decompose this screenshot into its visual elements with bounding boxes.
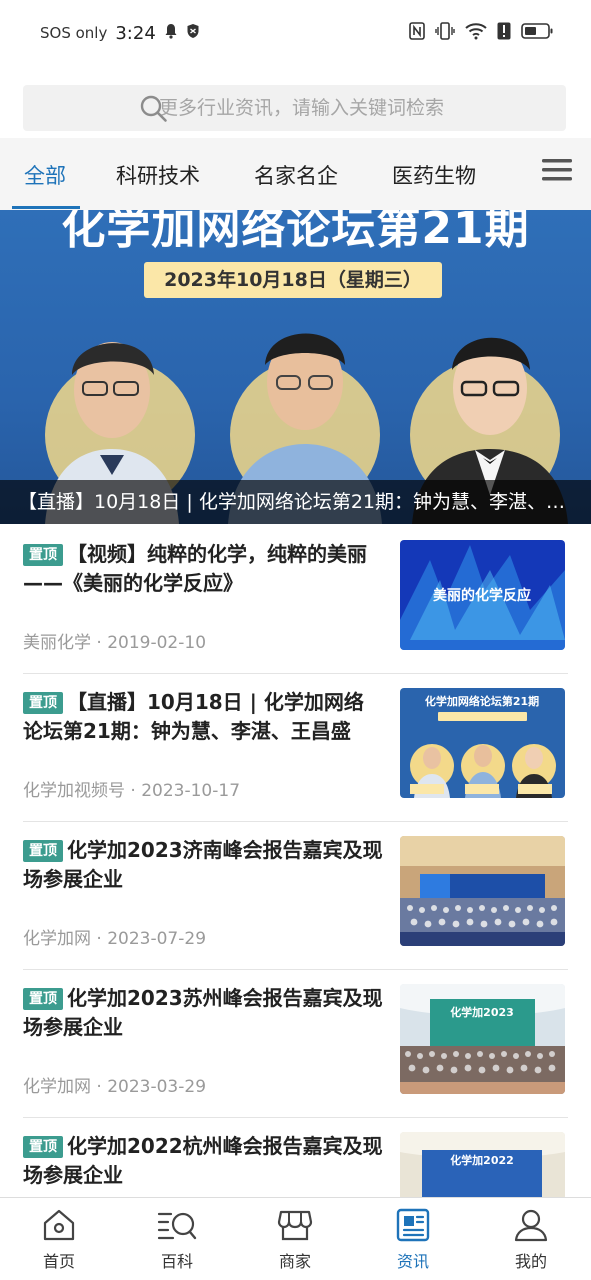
tab-research-tech[interactable]: 科研技术 — [116, 160, 200, 190]
thumbnail-caption: 化学加2023 — [450, 1005, 514, 1019]
pinned-badge: 置顶 — [23, 840, 63, 862]
bell-icon — [164, 23, 178, 43]
banner-caption[interactable]: 【直播】10月18日 | 化学加网络论坛第21期：钟为慧、李湛、王昌盛 — [0, 480, 591, 524]
nav-label: 资讯 — [396, 1252, 429, 1271]
news-title-text: 【直播】10月18日 | 化学加网络论坛第21期：钟为慧、李湛、王昌盛 — [23, 690, 364, 743]
news-source: 化学加网 — [23, 929, 91, 949]
news-title-text: 【视频】纯粹的化学，纯粹的美丽——《美丽的化学反应》 — [23, 542, 367, 595]
nav-label: 首页 — [42, 1252, 75, 1271]
news-title[interactable]: 置顶 【直播】10月18日 | 化学加网络论坛第21期：钟为慧、李湛、王昌盛 — [23, 688, 383, 746]
tab-all[interactable]: 全部 — [24, 160, 66, 190]
bottom-navigation: 首页 百科 商家 资讯 我的 — [0, 1197, 591, 1280]
news-title[interactable]: 置顶 化学加2023济南峰会报告嘉宾及现场参展企业 — [23, 836, 383, 894]
news-thumbnail[interactable] — [400, 836, 565, 946]
menu-icon[interactable] — [542, 158, 572, 186]
status-bar: SOS only 3:24 — [0, 0, 591, 66]
vibrate-icon — [435, 22, 455, 44]
news-meta: 美丽化学 · 2019-02-10 — [23, 633, 207, 653]
tab-pharma-bio[interactable]: 医药生物 — [392, 160, 476, 190]
news-thumbnail[interactable]: 化学加网络论坛第21期 — [400, 688, 565, 798]
news-source: 美丽化学 — [23, 633, 91, 653]
nav-label: 我的 — [514, 1252, 547, 1271]
nav-encyclopedia[interactable]: 百科 — [137, 1208, 217, 1272]
news-thumbnail[interactable]: 化学加2023 — [400, 984, 565, 1094]
shield-icon — [186, 23, 200, 43]
profile-icon — [513, 1209, 549, 1246]
news-meta: 化学加视频号 · 2023-10-17 — [23, 781, 241, 801]
battery-icon — [521, 22, 553, 44]
search-icon — [139, 94, 169, 128]
news-meta: 化学加网 · 2023-03-29 — [23, 1077, 207, 1097]
nav-label: 商家 — [278, 1252, 311, 1271]
category-tabs: 全部 科研技术 名家名企 医药生物 — [0, 138, 591, 210]
encyclopedia-search-icon — [157, 1212, 197, 1246]
banner-speakers-image — [45, 333, 568, 524]
search-input[interactable] — [159, 97, 559, 119]
news-source: 化学加网 — [23, 1077, 91, 1097]
active-tab-indicator — [12, 206, 80, 209]
news-date: 2023-03-29 — [107, 1077, 207, 1097]
tab-experts-companies[interactable]: 名家名企 — [254, 160, 338, 190]
search-bar[interactable] — [23, 85, 566, 131]
news-item[interactable]: 置顶 化学加2023苏州峰会报告嘉宾及现场参展企业 化学加网 · 2023-03-… — [0, 970, 591, 1118]
news-item[interactable]: 置顶 【直播】10月18日 | 化学加网络论坛第21期：钟为慧、李湛、王昌盛 化学… — [0, 674, 591, 822]
news-date: 2019-02-10 — [107, 633, 207, 653]
news-date: 2023-10-17 — [141, 781, 241, 801]
nav-store[interactable]: 商家 — [255, 1208, 335, 1272]
nav-news[interactable]: 资讯 — [373, 1208, 453, 1272]
nfc-icon — [409, 22, 425, 44]
pinned-badge: 置顶 — [23, 544, 63, 566]
news-page: SOS only 3:24 更多行业资讯，请输入关键词检索 全部 科研技术 名家… — [0, 0, 591, 1280]
thumbnail-caption: 美丽的化学反应 — [433, 587, 531, 604]
news-title[interactable]: 置顶 【视频】纯粹的化学，纯粹的美丽——《美丽的化学反应》 — [23, 540, 383, 598]
nav-label: 百科 — [160, 1252, 193, 1271]
carrier-text: SOS only — [40, 24, 108, 42]
store-icon — [277, 1210, 313, 1246]
news-source: 化学加视频号 — [23, 781, 125, 801]
news-title-text: 化学加2023济南峰会报告嘉宾及现场参展企业 — [23, 838, 383, 891]
news-meta: 化学加网 · 2023-07-29 — [23, 929, 207, 949]
pinned-badge: 置顶 — [23, 692, 63, 714]
pinned-badge: 置顶 — [23, 988, 63, 1010]
thumbnail-caption: 化学加网络论坛第21期 — [425, 694, 539, 708]
banner-carousel[interactable]: 化学加网络论坛第21期 2023年10月18日（星期三） — [0, 210, 591, 524]
wifi-icon — [465, 22, 487, 44]
alert-icon — [497, 22, 511, 44]
news-title-text: 化学加2023苏州峰会报告嘉宾及现场参展企业 — [23, 986, 383, 1039]
news-title-text: 化学加2022杭州峰会报告嘉宾及现场参展企业 — [23, 1134, 383, 1187]
nav-home[interactable]: 首页 — [19, 1208, 99, 1272]
clock-time: 3:24 — [115, 22, 156, 44]
pinned-badge: 置顶 — [23, 1136, 63, 1158]
news-thumbnail[interactable]: 美丽的化学反应 — [400, 540, 565, 650]
thumbnail-caption: 化学加2022 — [450, 1153, 514, 1167]
news-item[interactable]: 置顶 【视频】纯粹的化学，纯粹的美丽——《美丽的化学反应》 美丽化学 · 2019… — [0, 526, 591, 674]
news-icon — [395, 1208, 431, 1246]
news-item[interactable]: 置顶 化学加2023济南峰会报告嘉宾及现场参展企业 化学加网 · 2023-07-… — [0, 822, 591, 970]
news-date: 2023-07-29 — [107, 929, 207, 949]
news-title[interactable]: 置顶 化学加2023苏州峰会报告嘉宾及现场参展企业 — [23, 984, 383, 1042]
news-title[interactable]: 置顶 化学加2022杭州峰会报告嘉宾及现场参展企业 — [23, 1132, 383, 1190]
home-icon — [41, 1209, 77, 1246]
nav-profile[interactable]: 我的 — [491, 1208, 571, 1272]
